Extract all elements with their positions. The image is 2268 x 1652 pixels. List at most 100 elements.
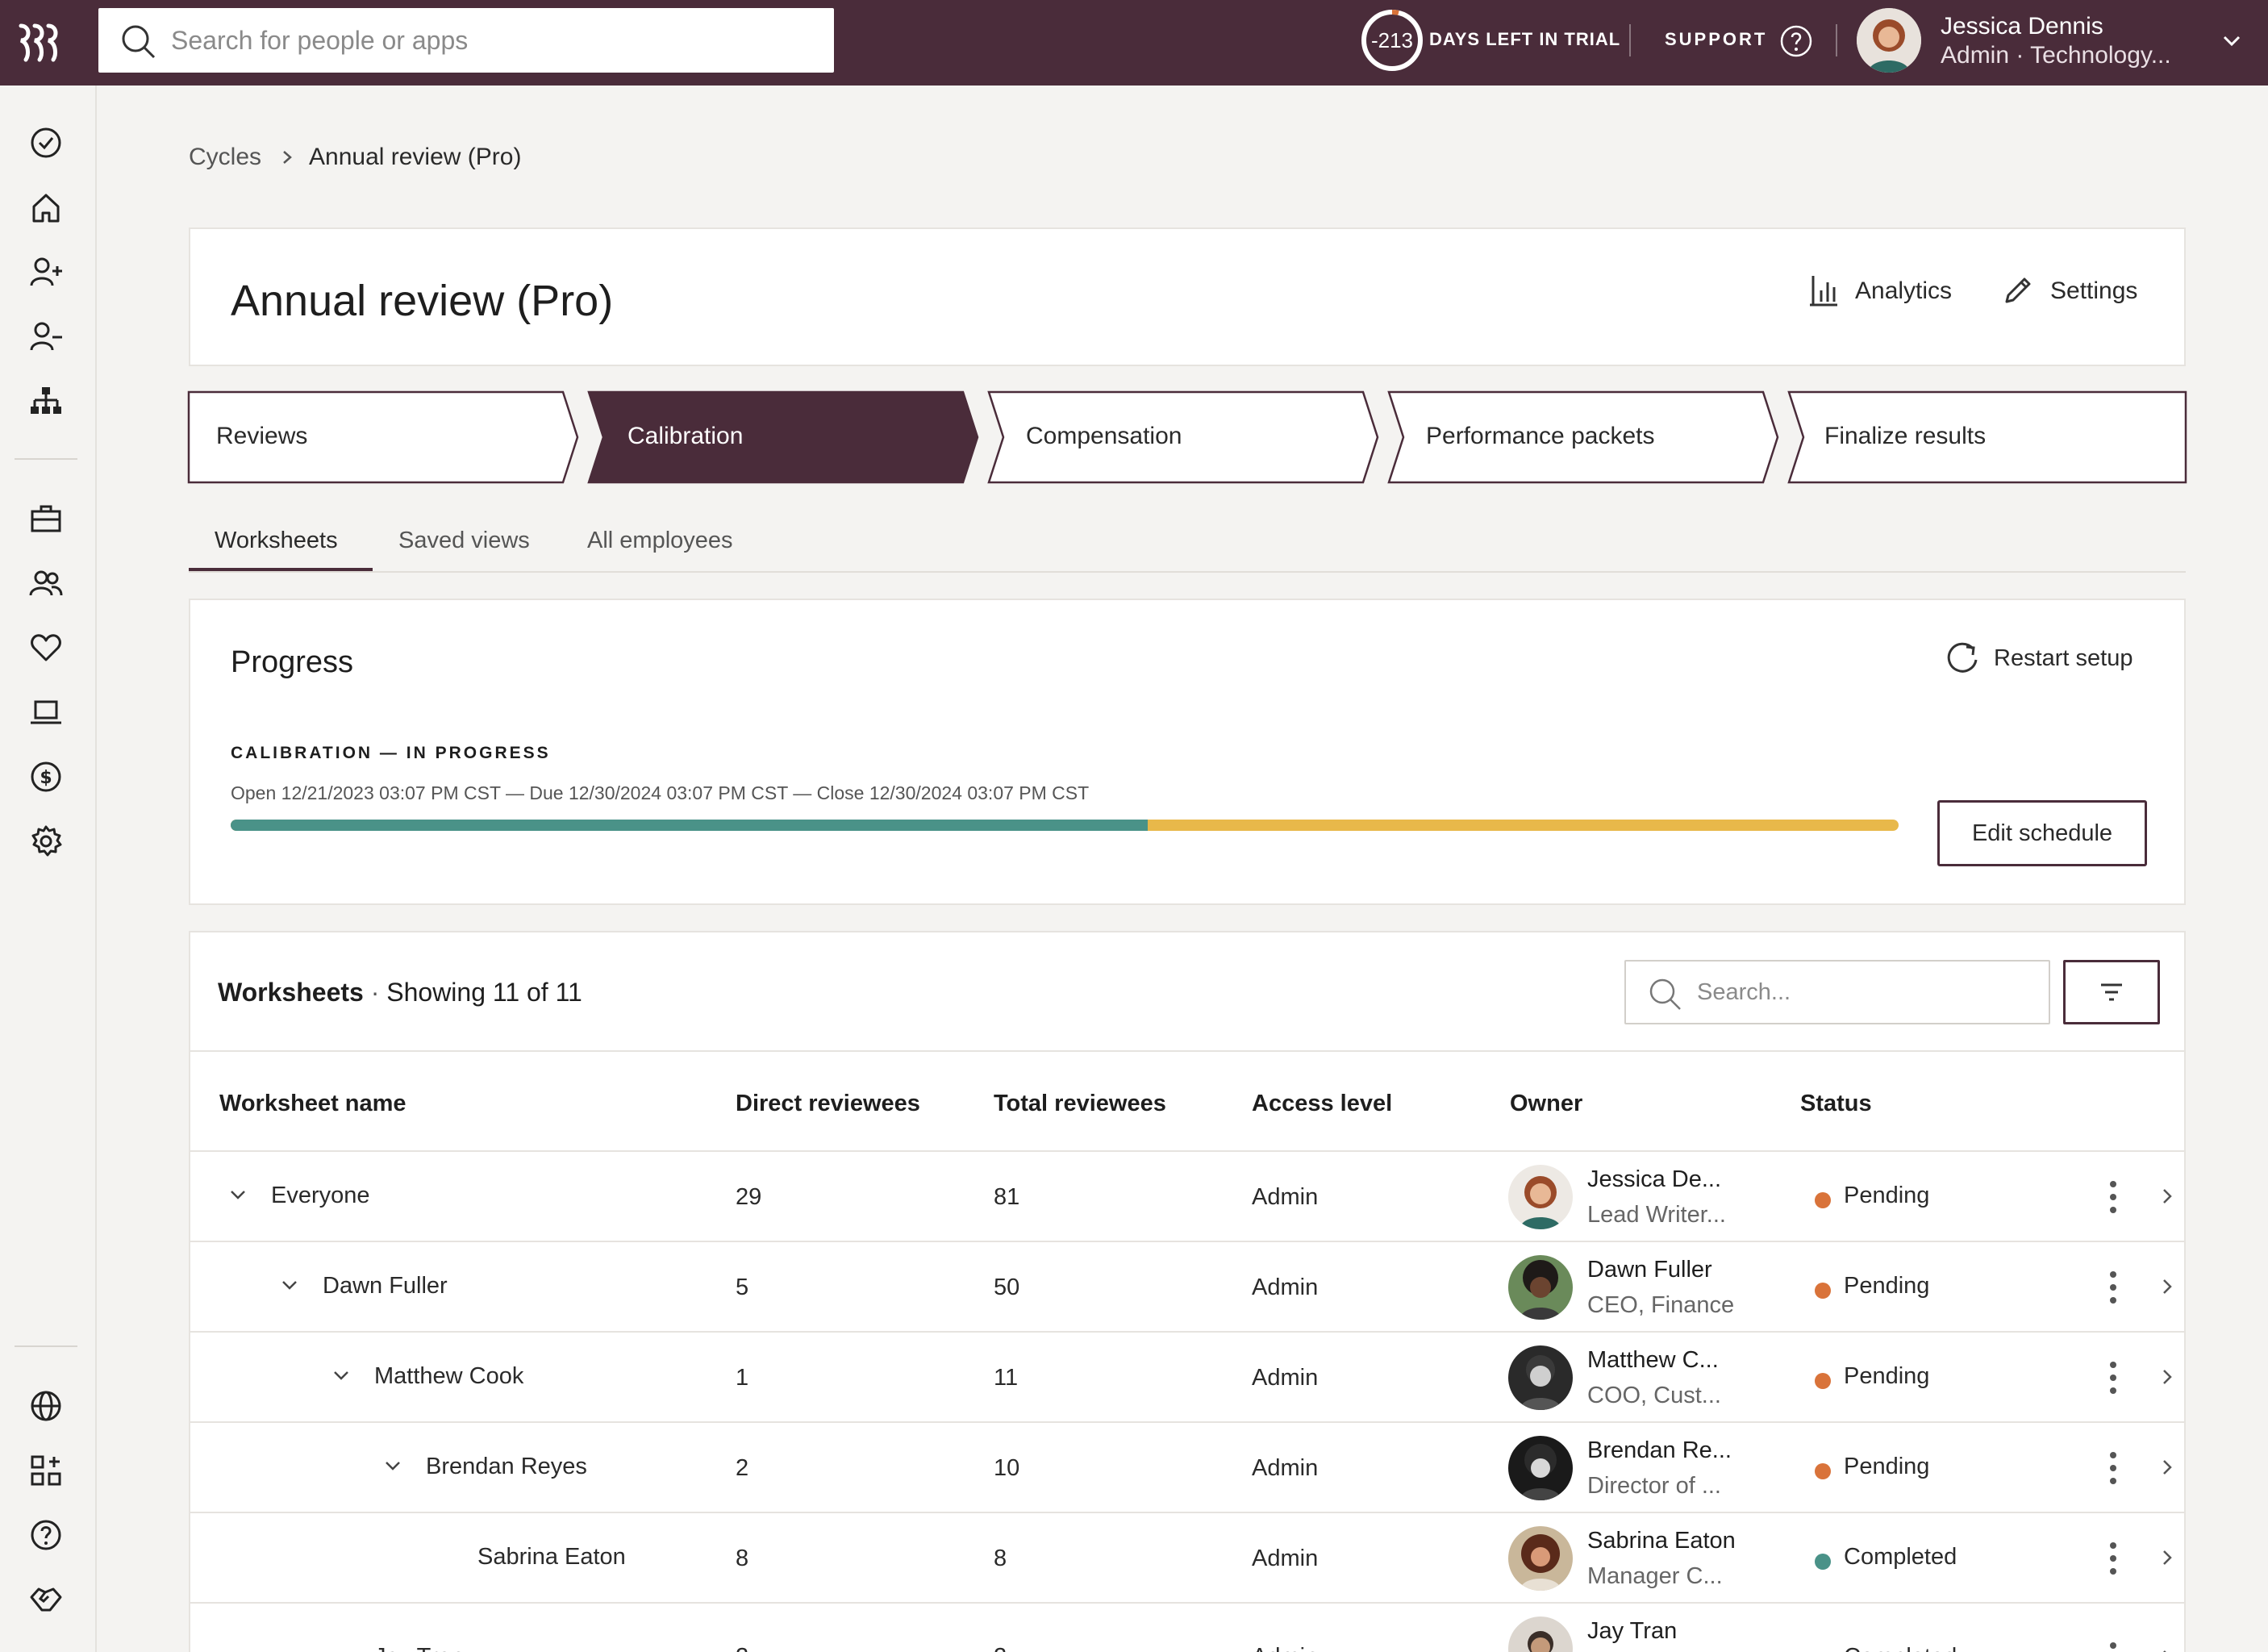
- direct-reviewees: 5: [736, 1274, 749, 1300]
- divider: [1836, 24, 1837, 56]
- worksheet-name[interactable]: Everyone: [271, 1183, 370, 1209]
- owner-name: Sabrina Eaton: [1587, 1528, 1736, 1554]
- col-access-level[interactable]: Access level: [1252, 1091, 1392, 1117]
- analytics-button[interactable]: Analytics: [1805, 271, 1966, 311]
- handshake-icon[interactable]: [27, 1581, 65, 1618]
- global-search[interactable]: [98, 8, 834, 73]
- more-options-icon[interactable]: [2108, 1641, 2118, 1652]
- chevron-right-icon[interactable]: [2158, 1186, 2176, 1207]
- table-row[interactable]: Jay Tran 2 2 Admin Jay Tran Completed: [190, 1604, 2184, 1652]
- access-level: Admin: [1252, 1644, 1318, 1652]
- chevron-right-icon[interactable]: [2158, 1366, 2176, 1387]
- avatar[interactable]: [1857, 8, 1921, 73]
- heart-icon[interactable]: [27, 629, 65, 666]
- worksheet-name[interactable]: Sabrina Eaton: [477, 1544, 626, 1571]
- more-options-icon[interactable]: [2108, 1450, 2118, 1486]
- table-row[interactable]: Dawn Fuller 5 50 Admin Dawn Fuller CEO, …: [190, 1242, 2184, 1333]
- more-options-icon[interactable]: [2108, 1179, 2118, 1215]
- chevron-right-icon[interactable]: [2158, 1457, 2176, 1478]
- worksheet-name[interactable]: Matthew Cook: [374, 1363, 523, 1390]
- col-direct-reviewees[interactable]: Direct reviewees: [736, 1091, 920, 1117]
- total-reviewees: 81: [994, 1184, 1020, 1210]
- col-owner[interactable]: Owner: [1510, 1091, 1582, 1117]
- dollar-icon[interactable]: $: [27, 758, 65, 795]
- filter-button[interactable]: [2063, 960, 2160, 1024]
- worksheets-count: Showing 11 of 11: [386, 978, 582, 1007]
- analytics-label: Analytics: [1855, 277, 1953, 304]
- chevron-down-icon[interactable]: [226, 1183, 250, 1207]
- worksheets-title: Worksheets: [218, 978, 364, 1007]
- check-circle-icon[interactable]: [27, 124, 65, 161]
- table-row[interactable]: Matthew Cook 1 11 Admin Matthew C... COO…: [190, 1333, 2184, 1423]
- worksheet-name[interactable]: Dawn Fuller: [323, 1273, 448, 1299]
- org-chart-icon[interactable]: [27, 382, 65, 419]
- restart-setup-label: Restart setup: [1994, 645, 2133, 671]
- settings-button[interactable]: Settings: [2000, 271, 2162, 311]
- more-options-icon[interactable]: [2108, 1541, 2118, 1576]
- worksheet-name[interactable]: Jay Tran: [374, 1644, 464, 1652]
- direct-reviewees: 29: [736, 1184, 762, 1210]
- more-options-icon[interactable]: [2108, 1360, 2118, 1395]
- total-reviewees: 11: [994, 1365, 1019, 1391]
- phase-status: CALIBRATION — IN PROGRESS: [231, 744, 551, 762]
- user-add-icon[interactable]: [27, 253, 65, 290]
- support-link[interactable]: SUPPORT: [1665, 29, 1767, 50]
- trial-label[interactable]: DAYS LEFT IN TRIAL: [1429, 29, 1620, 50]
- chevron-down-icon[interactable]: [277, 1273, 302, 1297]
- col-status[interactable]: Status: [1800, 1091, 1872, 1117]
- tab-saved-views[interactable]: Saved views: [398, 528, 530, 554]
- worksheets-card: Worksheets · Showing 11 of 11 Worksheet …: [189, 931, 2186, 1652]
- laptop-icon[interactable]: [27, 694, 65, 731]
- direct-reviewees: 2: [736, 1455, 749, 1481]
- user-remove-icon[interactable]: [27, 318, 65, 355]
- worksheet-name[interactable]: Brendan Reyes: [426, 1454, 587, 1480]
- step-label-performance-packets: Performance packets: [1426, 423, 1655, 449]
- briefcase-icon[interactable]: [27, 500, 65, 537]
- people-icon[interactable]: [27, 565, 65, 602]
- table-row[interactable]: Everyone 29 81 Admin Jessica De... Lead …: [190, 1152, 2184, 1242]
- avatar: [1508, 1345, 1573, 1410]
- progress-bar: [231, 820, 1899, 831]
- status-dot: [1815, 1463, 1831, 1479]
- help-icon[interactable]: [27, 1516, 65, 1554]
- table-header: Worksheet name Direct reviewees Total re…: [190, 1050, 2184, 1152]
- status-text: Pending: [1844, 1363, 1930, 1389]
- owner-name: Dawn Fuller: [1587, 1257, 1712, 1283]
- access-level: Admin: [1252, 1455, 1319, 1481]
- home-icon[interactable]: [27, 189, 65, 226]
- tab-all-employees[interactable]: All employees: [587, 528, 733, 554]
- direct-reviewees: 1: [736, 1365, 749, 1391]
- tab-worksheets[interactable]: Worksheets: [215, 528, 338, 554]
- top-bar: -213 DAYS LEFT IN TRIAL SUPPORT Jessica …: [0, 0, 2268, 86]
- globe-icon[interactable]: [27, 1387, 65, 1425]
- breadcrumb-cycles[interactable]: Cycles: [189, 144, 261, 171]
- refresh-icon: [1947, 642, 1978, 673]
- chevron-right-icon[interactable]: [2158, 1276, 2176, 1297]
- owner-title: CEO, Finance: [1587, 1292, 1735, 1318]
- access-level: Admin: [1252, 1274, 1319, 1300]
- gear-icon[interactable]: [27, 823, 65, 860]
- chevron-down-icon[interactable]: [329, 1363, 353, 1387]
- help-icon[interactable]: [1779, 24, 1813, 58]
- chevron-down-icon[interactable]: [381, 1454, 405, 1478]
- col-total-reviewees[interactable]: Total reviewees: [994, 1091, 1166, 1117]
- chevron-down-icon[interactable]: [2220, 29, 2244, 53]
- chevron-right-icon[interactable]: [2158, 1647, 2176, 1652]
- worksheet-search[interactable]: [1624, 960, 2050, 1024]
- col-worksheet-name[interactable]: Worksheet name: [219, 1091, 406, 1117]
- more-options-icon[interactable]: [2108, 1270, 2118, 1305]
- edit-schedule-button[interactable]: Edit schedule: [1937, 800, 2147, 866]
- restart-setup-button[interactable]: Restart setup: [1944, 639, 2153, 679]
- status-text: Pending: [1844, 1183, 1930, 1208]
- step-label-compensation: Compensation: [1026, 423, 1182, 449]
- cycle-stepper: Reviews Calibration Compensation Perform…: [187, 390, 2187, 484]
- chevron-right-icon[interactable]: [2158, 1547, 2176, 1568]
- table-row[interactable]: Brendan Reyes 2 10 Admin Brendan Re... D…: [190, 1423, 2184, 1513]
- status-dot: [1815, 1192, 1831, 1208]
- rippling-logo[interactable]: [18, 23, 63, 63]
- worksheet-search-input[interactable]: [1697, 962, 2036, 1023]
- user-role: Admin · Technology...: [1941, 42, 2171, 69]
- global-search-input[interactable]: [171, 8, 816, 73]
- table-row[interactable]: Sabrina Eaton 8 8 Admin Sabrina Eaton Ma…: [190, 1513, 2184, 1604]
- apps-icon[interactable]: [27, 1452, 65, 1489]
